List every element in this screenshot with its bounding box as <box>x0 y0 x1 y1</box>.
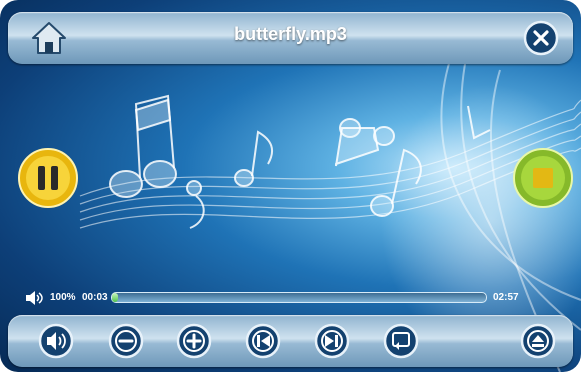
minus-icon[interactable] <box>108 323 144 359</box>
close-icon[interactable] <box>523 20 559 56</box>
repeat-icon[interactable] <box>383 323 419 359</box>
title-bar: butterfly.mp3 <box>8 12 573 64</box>
volume-percent: 100% <box>50 292 76 303</box>
skip-previous-icon[interactable] <box>245 323 281 359</box>
eject-icon[interactable] <box>520 323 556 359</box>
skip-next-icon[interactable] <box>314 323 350 359</box>
plus-icon[interactable] <box>176 323 212 359</box>
seek-bar[interactable] <box>111 292 487 303</box>
progress-row: 100% 00:03 02:57 <box>24 290 564 306</box>
pause-icon[interactable] <box>16 146 80 210</box>
stop-icon[interactable] <box>511 146 575 210</box>
total-time: 02:57 <box>493 292 519 303</box>
current-time: 00:03 <box>82 292 108 303</box>
media-player-window: butterfly.mp3 100% 00:03 02:57 <box>0 0 581 372</box>
volume-icon[interactable] <box>24 290 44 306</box>
home-icon[interactable] <box>30 20 68 56</box>
seek-bar-fill <box>112 293 119 302</box>
track-title: butterfly.mp3 <box>234 24 347 44</box>
speaker-icon[interactable] <box>38 323 74 359</box>
control-bar <box>8 315 573 367</box>
